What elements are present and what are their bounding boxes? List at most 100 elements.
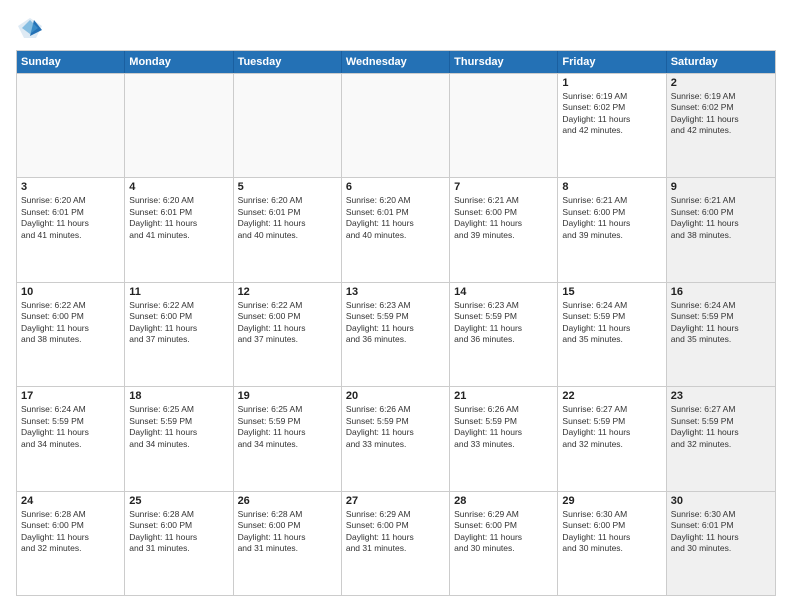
day-info: Sunrise: 6:28 AM Sunset: 6:00 PM Dayligh… — [238, 509, 337, 555]
calendar-cell-1-0: 3 Sunrise: 6:20 AM Sunset: 6:01 PM Daylig… — [17, 178, 125, 281]
calendar-cell-3-6: 23Sunrise: 6:27 AM Sunset: 5:59 PM Dayli… — [667, 387, 775, 490]
day-number: 27 — [346, 495, 445, 507]
calendar-cell-0-2 — [234, 74, 342, 177]
day-number: 7 — [454, 181, 553, 193]
day-info: Sunrise: 6:24 AM Sunset: 5:59 PM Dayligh… — [562, 300, 661, 346]
day-info: Sunrise: 6:19 AM Sunset: 6:02 PM Dayligh… — [562, 91, 661, 137]
day-number: 18 — [129, 390, 228, 402]
calendar-row-4: 24 Sunrise: 6:28 AM Sunset: 6:00 PM Dayli… — [17, 491, 775, 595]
day-number: 26 — [238, 495, 337, 507]
calendar-cell-4-3: 27 Sunrise: 6:29 AM Sunset: 6:00 PM Dayli… — [342, 492, 450, 595]
day-info: Sunrise: 6:30 AM Sunset: 6:01 PM Dayligh… — [671, 509, 771, 555]
calendar: SundayMondayTuesdayWednesdayThursdayFrid… — [16, 50, 776, 596]
day-number: 19 — [238, 390, 337, 402]
calendar-cell-4-4: 28 Sunrise: 6:29 AM Sunset: 6:00 PM Dayli… — [450, 492, 558, 595]
day-number: 14 — [454, 286, 553, 298]
calendar-cell-0-4 — [450, 74, 558, 177]
weekday-header-wednesday: Wednesday — [342, 51, 450, 73]
day-number: 2 — [671, 77, 771, 89]
weekday-header-friday: Friday — [558, 51, 666, 73]
day-info: Sunrise: 6:21 AM Sunset: 6:00 PM Dayligh… — [671, 195, 771, 241]
calendar-cell-1-3: 6 Sunrise: 6:20 AM Sunset: 6:01 PM Daylig… — [342, 178, 450, 281]
day-info: Sunrise: 6:28 AM Sunset: 6:00 PM Dayligh… — [21, 509, 120, 555]
day-info: Sunrise: 6:20 AM Sunset: 6:01 PM Dayligh… — [129, 195, 228, 241]
day-number: 17 — [21, 390, 120, 402]
calendar-cell-3-3: 20 Sunrise: 6:26 AM Sunset: 5:59 PM Dayli… — [342, 387, 450, 490]
calendar-cell-0-5: 1 Sunrise: 6:19 AM Sunset: 6:02 PM Daylig… — [558, 74, 666, 177]
calendar-cell-0-1 — [125, 74, 233, 177]
day-info: Sunrise: 6:30 AM Sunset: 6:00 PM Dayligh… — [562, 509, 661, 555]
calendar-cell-4-6: 30Sunrise: 6:30 AM Sunset: 6:01 PM Dayli… — [667, 492, 775, 595]
calendar-cell-3-2: 19 Sunrise: 6:25 AM Sunset: 5:59 PM Dayli… — [234, 387, 342, 490]
day-info: Sunrise: 6:22 AM Sunset: 6:00 PM Dayligh… — [238, 300, 337, 346]
day-info: Sunrise: 6:20 AM Sunset: 6:01 PM Dayligh… — [346, 195, 445, 241]
day-info: Sunrise: 6:21 AM Sunset: 6:00 PM Dayligh… — [454, 195, 553, 241]
header — [16, 16, 776, 40]
day-number: 12 — [238, 286, 337, 298]
logo-icon — [16, 16, 44, 40]
day-number: 5 — [238, 181, 337, 193]
calendar-cell-1-5: 8 Sunrise: 6:21 AM Sunset: 6:00 PM Daylig… — [558, 178, 666, 281]
calendar-cell-1-6: 9 Sunrise: 6:21 AM Sunset: 6:00 PM Daylig… — [667, 178, 775, 281]
day-info: Sunrise: 6:26 AM Sunset: 5:59 PM Dayligh… — [454, 404, 553, 450]
calendar-cell-2-4: 14 Sunrise: 6:23 AM Sunset: 5:59 PM Dayli… — [450, 283, 558, 386]
calendar-cell-0-3 — [342, 74, 450, 177]
calendar-cell-4-0: 24 Sunrise: 6:28 AM Sunset: 6:00 PM Dayli… — [17, 492, 125, 595]
weekday-header-saturday: Saturday — [667, 51, 775, 73]
day-number: 1 — [562, 77, 661, 89]
calendar-row-1: 3 Sunrise: 6:20 AM Sunset: 6:01 PM Daylig… — [17, 177, 775, 281]
calendar-header: SundayMondayTuesdayWednesdayThursdayFrid… — [17, 51, 775, 73]
calendar-body: 1 Sunrise: 6:19 AM Sunset: 6:02 PM Daylig… — [17, 73, 775, 595]
day-info: Sunrise: 6:23 AM Sunset: 5:59 PM Dayligh… — [454, 300, 553, 346]
day-info: Sunrise: 6:25 AM Sunset: 5:59 PM Dayligh… — [238, 404, 337, 450]
day-number: 15 — [562, 286, 661, 298]
day-info: Sunrise: 6:22 AM Sunset: 6:00 PM Dayligh… — [21, 300, 120, 346]
day-number: 22 — [562, 390, 661, 402]
day-info: Sunrise: 6:23 AM Sunset: 5:59 PM Dayligh… — [346, 300, 445, 346]
day-info: Sunrise: 6:29 AM Sunset: 6:00 PM Dayligh… — [346, 509, 445, 555]
day-number: 3 — [21, 181, 120, 193]
day-number: 28 — [454, 495, 553, 507]
calendar-row-2: 10 Sunrise: 6:22 AM Sunset: 6:00 PM Dayli… — [17, 282, 775, 386]
calendar-cell-2-5: 15 Sunrise: 6:24 AM Sunset: 5:59 PM Dayli… — [558, 283, 666, 386]
calendar-cell-0-0 — [17, 74, 125, 177]
day-number: 6 — [346, 181, 445, 193]
page: SundayMondayTuesdayWednesdayThursdayFrid… — [0, 0, 792, 612]
day-info: Sunrise: 6:27 AM Sunset: 5:59 PM Dayligh… — [671, 404, 771, 450]
calendar-row-3: 17 Sunrise: 6:24 AM Sunset: 5:59 PM Dayli… — [17, 386, 775, 490]
day-number: 24 — [21, 495, 120, 507]
day-info: Sunrise: 6:26 AM Sunset: 5:59 PM Dayligh… — [346, 404, 445, 450]
day-info: Sunrise: 6:20 AM Sunset: 6:01 PM Dayligh… — [21, 195, 120, 241]
day-number: 16 — [671, 286, 771, 298]
calendar-cell-3-5: 22Sunrise: 6:27 AM Sunset: 5:59 PM Dayli… — [558, 387, 666, 490]
calendar-cell-4-5: 29Sunrise: 6:30 AM Sunset: 6:00 PM Dayli… — [558, 492, 666, 595]
calendar-cell-2-0: 10 Sunrise: 6:22 AM Sunset: 6:00 PM Dayli… — [17, 283, 125, 386]
day-info: Sunrise: 6:28 AM Sunset: 6:00 PM Dayligh… — [129, 509, 228, 555]
day-info: Sunrise: 6:24 AM Sunset: 5:59 PM Dayligh… — [21, 404, 120, 450]
day-info: Sunrise: 6:29 AM Sunset: 6:00 PM Dayligh… — [454, 509, 553, 555]
weekday-header-tuesday: Tuesday — [234, 51, 342, 73]
day-info: Sunrise: 6:20 AM Sunset: 6:01 PM Dayligh… — [238, 195, 337, 241]
calendar-cell-0-6: 2 Sunrise: 6:19 AM Sunset: 6:02 PM Daylig… — [667, 74, 775, 177]
day-info: Sunrise: 6:19 AM Sunset: 6:02 PM Dayligh… — [671, 91, 771, 137]
calendar-cell-1-4: 7 Sunrise: 6:21 AM Sunset: 6:00 PM Daylig… — [450, 178, 558, 281]
calendar-cell-3-0: 17 Sunrise: 6:24 AM Sunset: 5:59 PM Dayli… — [17, 387, 125, 490]
day-info: Sunrise: 6:21 AM Sunset: 6:00 PM Dayligh… — [562, 195, 661, 241]
calendar-cell-4-2: 26 Sunrise: 6:28 AM Sunset: 6:00 PM Dayli… — [234, 492, 342, 595]
day-number: 8 — [562, 181, 661, 193]
day-number: 20 — [346, 390, 445, 402]
calendar-cell-2-3: 13Sunrise: 6:23 AM Sunset: 5:59 PM Dayli… — [342, 283, 450, 386]
calendar-cell-4-1: 25 Sunrise: 6:28 AM Sunset: 6:00 PM Dayli… — [125, 492, 233, 595]
day-number: 10 — [21, 286, 120, 298]
calendar-cell-1-1: 4 Sunrise: 6:20 AM Sunset: 6:01 PM Daylig… — [125, 178, 233, 281]
day-number: 25 — [129, 495, 228, 507]
calendar-cell-3-4: 21 Sunrise: 6:26 AM Sunset: 5:59 PM Dayli… — [450, 387, 558, 490]
day-number: 9 — [671, 181, 771, 193]
calendar-cell-2-1: 11Sunrise: 6:22 AM Sunset: 6:00 PM Dayli… — [125, 283, 233, 386]
day-info: Sunrise: 6:25 AM Sunset: 5:59 PM Dayligh… — [129, 404, 228, 450]
calendar-cell-1-2: 5 Sunrise: 6:20 AM Sunset: 6:01 PM Daylig… — [234, 178, 342, 281]
weekday-header-monday: Monday — [125, 51, 233, 73]
day-number: 4 — [129, 181, 228, 193]
day-number: 21 — [454, 390, 553, 402]
day-number: 11 — [129, 286, 228, 298]
